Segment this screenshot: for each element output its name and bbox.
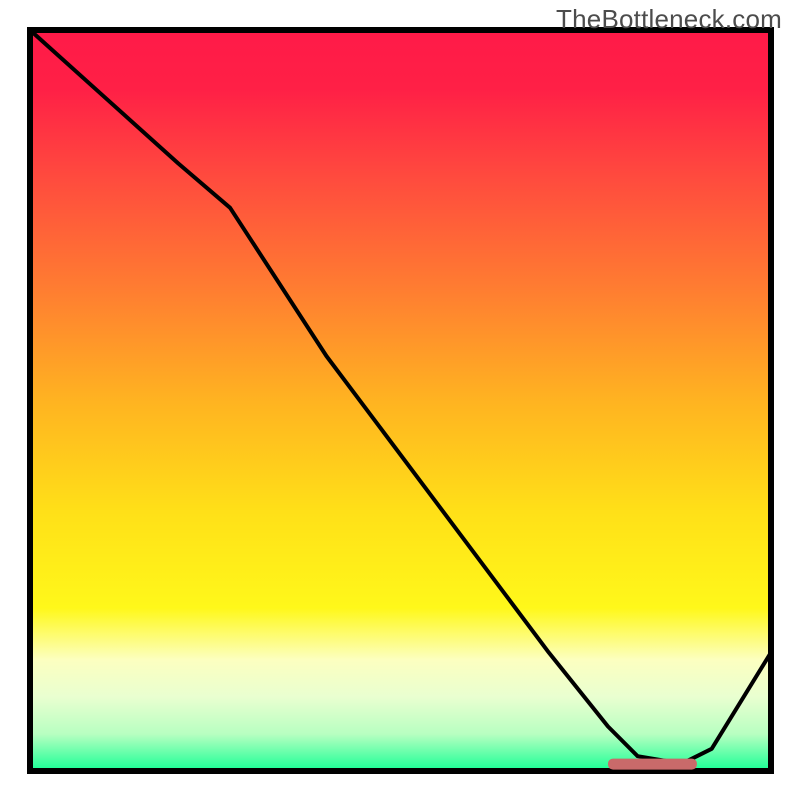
gradient-background <box>30 30 771 771</box>
target-marker <box>608 759 697 770</box>
watermark-label: TheBottleneck.com <box>556 4 782 35</box>
chart-stage: TheBottleneck.com <box>0 0 800 800</box>
bottleneck-chart <box>0 0 800 800</box>
